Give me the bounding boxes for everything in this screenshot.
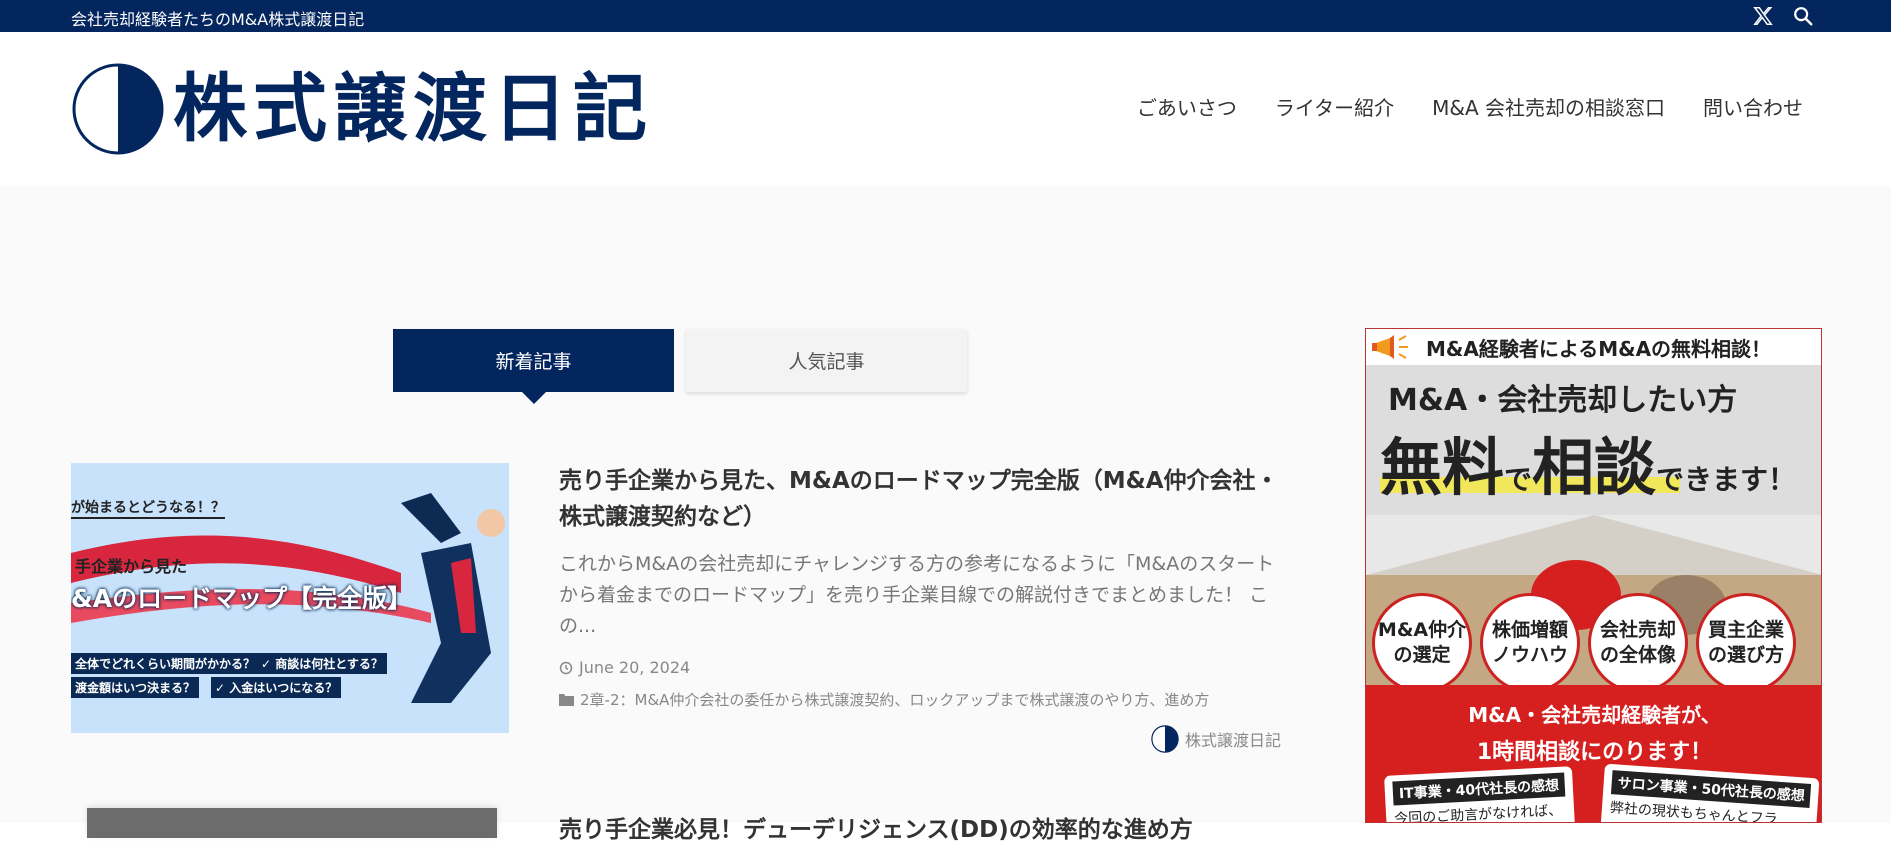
author-avatar-icon — [1151, 725, 1179, 753]
nav-contact[interactable]: 問い合わせ — [1703, 92, 1803, 121]
main-content: 新着記事 人気記事 が始まるとどうなる！？ 手企業から見た &Aのロードマップ【… — [0, 186, 1891, 843]
thumb-q2: ✓ 商談は何社とする？ — [257, 653, 387, 674]
site-logo[interactable]: 株式譲渡日記 — [71, 62, 653, 156]
banner-line2: 無料で相談できます！ — [1380, 417, 1796, 507]
article-category[interactable]: 2章-2：M&A仲介会社の委任から株式譲渡契約、ロックアップまで株式譲渡のやり方… — [559, 689, 1284, 710]
x-twitter-icon[interactable] — [1752, 5, 1774, 27]
nav-consultation[interactable]: M&A 会社売却の相談窓口 — [1432, 92, 1665, 121]
article-thumbnail[interactable] — [87, 808, 497, 838]
feature-circle-4: 買主企業 の選び方 — [1696, 593, 1796, 693]
feature-circle-2: 株価増額 ノウハウ — [1480, 593, 1580, 693]
banner-de: で — [1504, 463, 1533, 496]
banner-red-line2: 1時間相談にのります！ — [1476, 740, 1713, 765]
nav-writers[interactable]: ライター紹介 — [1275, 92, 1394, 121]
logo-mark-icon — [72, 63, 164, 155]
banner-line1: M&A・会社売却したい方 — [1388, 383, 1738, 418]
thumb-q1: 全体でどれくらい期間がかかる？ — [71, 653, 260, 674]
article-card[interactable]: 売り手企業必見！デューデリジェンス(DD)の効率的な進め方 — [71, 808, 1281, 843]
article-date: June 20, 2024 — [559, 658, 1284, 677]
article-card[interactable]: が始まるとどうなる！？ 手企業から見た &Aのロードマップ【完全版】 全体でどれ… — [71, 463, 1284, 753]
banner-dekimasu: できます！ — [1656, 463, 1797, 496]
banner-header-text: M&A経験者によるM&Aの無料相談！ — [1426, 336, 1772, 361]
article-category-text[interactable]: 2章-2：M&A仲介会社の委任から株式譲渡契約、ロックアップまで株式譲渡のやり方… — [580, 689, 1209, 710]
article-thumbnail[interactable]: が始まるとどうなる！？ 手企業から見た &Aのロードマップ【完全版】 全体でどれ… — [71, 463, 509, 733]
banner-feature-circles: M&A仲介 の選定 株価増額 ノウハウ 会社売却 の全体像 買主企業 の選び方 — [1372, 593, 1796, 693]
feature-circle-1: M&A仲介 の選定 — [1372, 593, 1472, 693]
folder-icon — [559, 694, 574, 706]
banner-red-line1: M&A・会社売却経験者が、 — [1468, 703, 1721, 727]
nav-greeting[interactable]: ごあいさつ — [1137, 92, 1237, 121]
article-title[interactable]: 売り手企業必見！デューデリジェンス(DD)の効率的な進め方 — [559, 810, 1193, 844]
article-tabs: 新着記事 人気記事 — [393, 329, 967, 404]
article-author-name: 株式譲渡日記 — [1184, 731, 1281, 750]
tab-new-articles[interactable]: 新着記事 — [393, 329, 674, 404]
main-nav: ごあいさつ ライター紹介 M&A 会社売却の相談窓口 問い合わせ — [1137, 92, 1803, 121]
thumb-q4: ✓ 入金はいつになる？ — [211, 677, 342, 698]
banner-main: M&A・会社売却したい方 無料で相談できます！ M&A仲介 の選定 株価増額 ノ… — [1366, 365, 1821, 822]
search-icon[interactable] — [1792, 5, 1814, 27]
logo-text: 株式譲渡日記 — [173, 66, 653, 152]
clock-icon — [559, 661, 573, 674]
banner-free: 無料 — [1380, 431, 1505, 504]
article-body: 売り手企業から見た、M&Aのロードマップ完全版（M&A仲介会社・株式譲渡契約など… — [559, 463, 1284, 710]
tab-popular-articles[interactable]: 人気記事 — [686, 329, 967, 392]
consultation-banner[interactable]: M&A経験者によるM&Aの無料相談！ M&A・会社売却したい方 無料で相談できま… — [1365, 328, 1822, 823]
site-header: 株式譲渡日記 ごあいさつ ライター紹介 M&A 会社売却の相談窓口 問い合わせ — [0, 32, 1891, 186]
banner-consult: 相談 — [1532, 431, 1657, 504]
thumb-sub-text: 手企業から見た — [75, 557, 188, 576]
article-author: 株式譲渡日記 — [1151, 725, 1281, 753]
thumb-q3: 渡金額はいつ決まる？ — [71, 677, 200, 698]
thumb-main-text: &Aのロードマップ【完全版】 — [71, 584, 413, 613]
testimonial-1-title: IT事業・40代社長の感想 — [1392, 772, 1566, 806]
banner-header: M&A経験者によるM&Aの無料相談！ — [1366, 329, 1821, 365]
testimonial-card-1: IT事業・40代社長の感想 今回のご助言がなければ、 将来の売却で数千万以上損 — [1384, 766, 1577, 822]
thumb-top-text: が始まるとどうなる！？ — [71, 497, 225, 519]
megaphone-icon — [1372, 335, 1408, 359]
top-bar: 会社売却経験者たちのM&A株式譲渡日記 — [0, 0, 1891, 32]
feature-circle-3: 会社売却 の全体像 — [1588, 593, 1688, 693]
article-excerpt: これからM&Aの会社売却にチャレンジする方の参考になるように「M&Aのスタートか… — [559, 553, 1275, 637]
article-title[interactable]: 売り手企業から見た、M&Aのロードマップ完全版（M&A仲介会社・株式譲渡契約など… — [559, 463, 1284, 535]
article-date-text: June 20, 2024 — [579, 658, 691, 677]
site-tagline: 会社売却経験者たちのM&A株式譲渡日記 — [71, 10, 365, 29]
